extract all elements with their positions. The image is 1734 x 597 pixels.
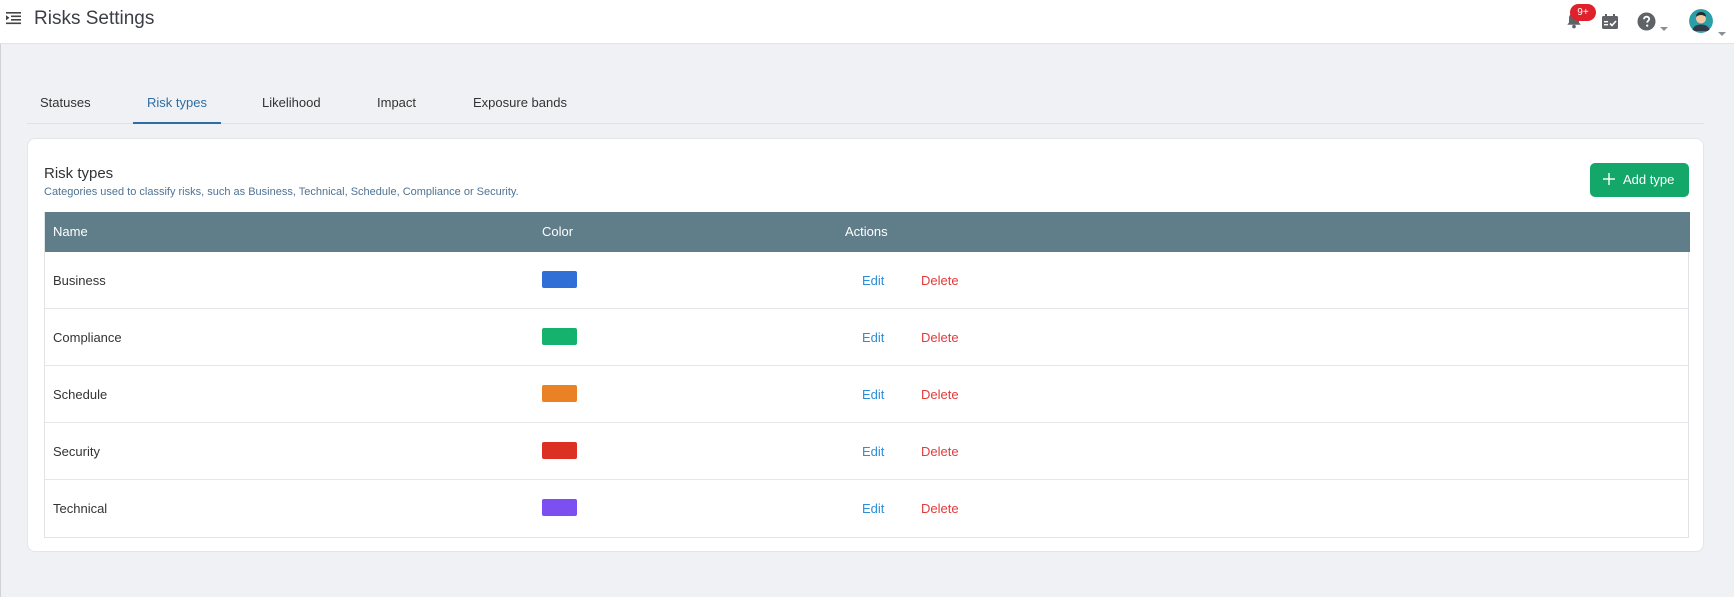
delete-link[interactable]: Delete [921, 501, 959, 516]
add-type-label: Add type [1623, 172, 1675, 187]
table-row: Technical Edit Delete [45, 480, 1688, 537]
edit-link[interactable]: Edit [862, 387, 884, 402]
plus-icon [1603, 173, 1615, 185]
risk-type-name: Schedule [53, 387, 108, 402]
tab-risk-types[interactable]: Risk types [133, 86, 221, 124]
tab-likelihood[interactable]: Likelihood [262, 86, 321, 124]
delete-link[interactable]: Delete [921, 273, 959, 288]
risk-type-name: Compliance [53, 330, 122, 345]
edit-link[interactable]: Edit [862, 273, 884, 288]
column-header-actions: Actions [845, 224, 888, 239]
table-row: Schedule Edit Delete [45, 366, 1688, 423]
tab-statuses[interactable]: Statuses [40, 86, 91, 124]
color-swatch [542, 328, 577, 345]
edit-link[interactable]: Edit [862, 444, 884, 459]
chevron-down-icon[interactable] [1718, 24, 1726, 36]
add-type-button[interactable]: Add type [1590, 163, 1689, 197]
column-header-color: Color [542, 224, 574, 239]
settings-tabs: Statuses Risk types Likelihood Impact Ex… [27, 86, 1704, 124]
tab-impact[interactable]: Impact [377, 86, 416, 124]
table-row: Compliance Edit Delete [45, 309, 1688, 366]
risk-type-name: Business [53, 273, 106, 288]
avatar[interactable] [1689, 9, 1713, 33]
chevron-down-icon[interactable] [1660, 19, 1668, 31]
section-title: Risk types [44, 165, 114, 182]
risk-types-card: Risk types Categories used to classify r… [27, 138, 1704, 552]
tab-exposure-bands[interactable]: Exposure bands [473, 86, 567, 124]
table-header: Name Color Actions [45, 212, 1690, 252]
color-swatch [542, 499, 577, 516]
table-row: Security Edit Delete [45, 423, 1688, 480]
help-icon[interactable] [1637, 12, 1656, 31]
edit-link[interactable]: Edit [862, 330, 884, 345]
edit-link[interactable]: Edit [862, 501, 884, 516]
section-description: Categories used to classify risks, such … [44, 186, 519, 198]
color-swatch [542, 442, 577, 459]
risk-type-name: Technical [53, 501, 108, 516]
calendar-check-icon[interactable] [1601, 14, 1619, 30]
top-bar: Risks Settings 9+ [0, 0, 1734, 44]
color-swatch [542, 385, 577, 402]
risk-type-name: Security [53, 444, 100, 459]
risk-types-table: Name Color Actions Business Edit Delete … [44, 212, 1690, 538]
table-row: Business Edit Delete [45, 252, 1688, 309]
delete-link[interactable]: Delete [921, 387, 959, 402]
left-rail [0, 0, 1, 597]
notification-badge[interactable]: 9+ [1570, 4, 1596, 21]
column-header-name: Name [53, 224, 88, 239]
page-title: Risks Settings [34, 8, 155, 29]
delete-link[interactable]: Delete [921, 444, 959, 459]
delete-link[interactable]: Delete [921, 330, 959, 345]
menu-collapse-icon[interactable] [6, 11, 22, 25]
color-swatch [542, 271, 577, 288]
